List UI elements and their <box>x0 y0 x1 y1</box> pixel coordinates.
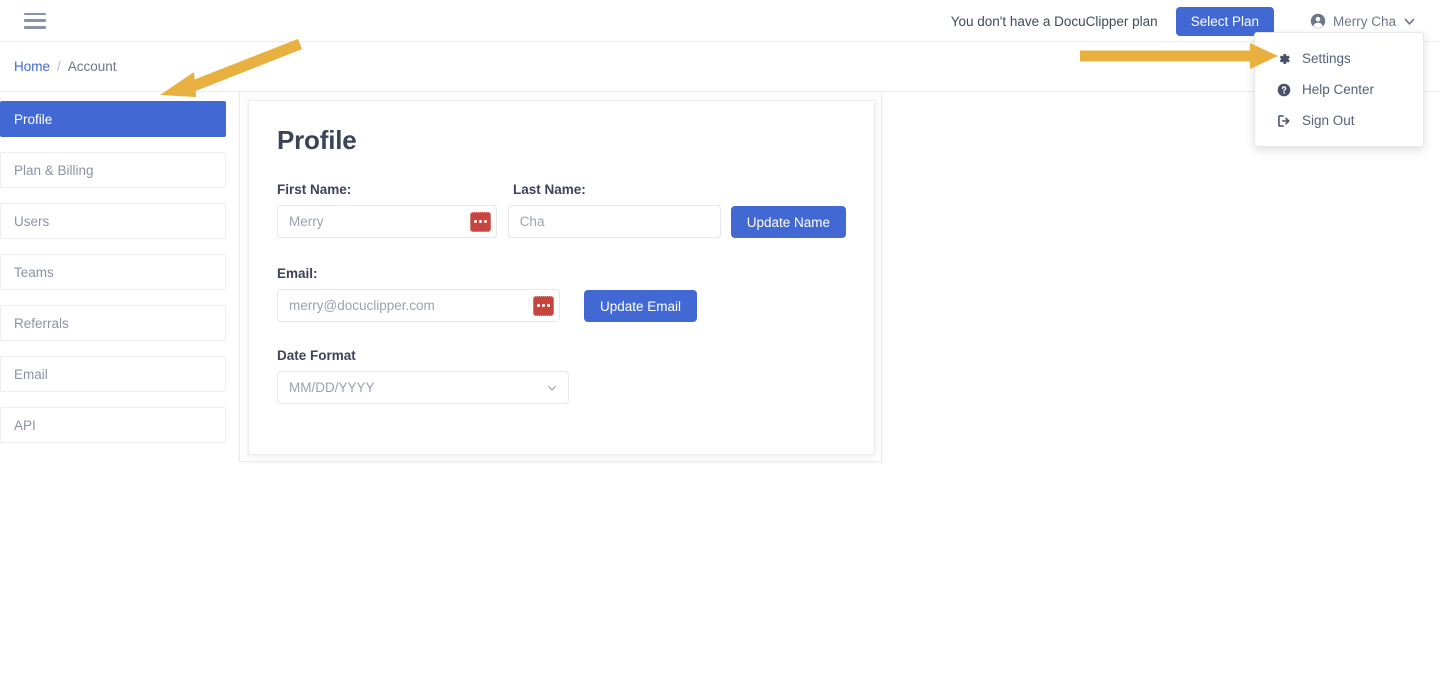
chevron-down-icon <box>1403 15 1416 28</box>
user-dropdown-menu: Settings Help Center Sign Out <box>1254 32 1424 147</box>
page-title: Profile <box>277 125 846 156</box>
sidebar-item-plan-billing[interactable]: Plan & Billing <box>0 152 226 188</box>
last-name-input[interactable] <box>508 205 721 238</box>
first-name-input[interactable] <box>277 205 497 238</box>
dot <box>479 220 482 223</box>
sidebar-item-label: Referrals <box>14 316 69 331</box>
sidebar-item-users[interactable]: Users <box>0 203 226 239</box>
dot <box>547 304 550 307</box>
email-label: Email: <box>277 266 846 281</box>
date-format-select-wrap: MM/DD/YYYY <box>277 371 569 404</box>
update-email-button[interactable]: Update Email <box>584 290 697 322</box>
sidebar-item-teams[interactable]: Teams <box>0 254 226 290</box>
spacer <box>497 182 513 205</box>
sidebar-item-profile[interactable]: Profile <box>0 101 226 137</box>
profile-card-outer: Profile First Name: Last Name: <box>239 91 882 462</box>
sidebar-item-referrals[interactable]: Referrals <box>0 305 226 341</box>
date-format-select[interactable]: MM/DD/YYYY <box>277 371 569 404</box>
question-circle-icon <box>1277 83 1291 97</box>
sidebar-item-label: Users <box>14 214 49 229</box>
sign-out-icon <box>1277 114 1291 128</box>
dot <box>484 220 487 223</box>
sidebar-item-label: Teams <box>14 265 54 280</box>
top-bar: You don't have a DocuClipper plan Select… <box>0 0 1440 42</box>
last-name-field-wrap <box>508 205 721 238</box>
dot <box>474 220 477 223</box>
profile-card: Profile First Name: Last Name: <box>248 100 875 455</box>
user-circle-icon <box>1310 13 1326 29</box>
sidebar-item-api[interactable]: API <box>0 407 226 443</box>
app-root: You don't have a DocuClipper plan Select… <box>0 0 1440 687</box>
email-field-wrap <box>277 289 560 322</box>
email-section: Email: Update Email <box>277 266 846 322</box>
breadcrumb-current: Account <box>68 59 117 74</box>
user-menu-button[interactable]: Merry Cha <box>1310 13 1416 29</box>
dropdown-item-settings[interactable]: Settings <box>1255 43 1423 74</box>
sidebar-item-email[interactable]: Email <box>0 356 226 392</box>
date-format-label: Date Format <box>277 348 846 363</box>
name-labels-row: First Name: Last Name: <box>277 182 846 205</box>
dropdown-item-label: Help Center <box>1302 82 1374 97</box>
first-name-field-wrap <box>277 205 497 238</box>
date-format-section: Date Format MM/DD/YYYY <box>277 348 846 404</box>
date-format-selected-value: MM/DD/YYYY <box>289 380 375 395</box>
breadcrumb: Home / Account <box>0 42 1440 92</box>
plan-notice-text: You don't have a DocuClipper plan <box>951 14 1158 29</box>
hamburger-line <box>24 13 46 16</box>
last-name-label: Last Name: <box>513 182 733 197</box>
update-name-button[interactable]: Update Name <box>731 206 846 238</box>
first-name-label: First Name: <box>277 182 497 197</box>
breadcrumb-home-link[interactable]: Home <box>14 59 50 74</box>
hamburger-line <box>24 26 46 29</box>
sidebar-item-label: Plan & Billing <box>14 163 94 178</box>
password-manager-icon[interactable] <box>533 296 554 316</box>
dot <box>537 304 540 307</box>
email-field-row: Update Email <box>277 289 846 322</box>
dropdown-item-help-center[interactable]: Help Center <box>1255 74 1423 105</box>
dropdown-item-sign-out[interactable]: Sign Out <box>1255 105 1423 136</box>
breadcrumb-separator: / <box>57 59 61 74</box>
email-input[interactable] <box>277 289 560 322</box>
sidebar-item-label: Profile <box>14 112 52 127</box>
gear-icon <box>1277 52 1291 66</box>
dropdown-item-label: Sign Out <box>1302 113 1355 128</box>
password-manager-icon[interactable] <box>470 212 491 232</box>
sidebar-item-label: Email <box>14 367 48 382</box>
hamburger-menu-icon[interactable] <box>24 13 46 29</box>
account-sidebar: Profile Plan & Billing Users Teams Refer… <box>0 101 226 458</box>
user-menu-name: Merry Cha <box>1333 14 1396 29</box>
hamburger-line <box>24 19 46 22</box>
name-fields-row: Update Name <box>277 205 846 238</box>
dropdown-item-label: Settings <box>1302 51 1351 66</box>
sidebar-item-label: API <box>14 418 36 433</box>
dot <box>542 304 545 307</box>
